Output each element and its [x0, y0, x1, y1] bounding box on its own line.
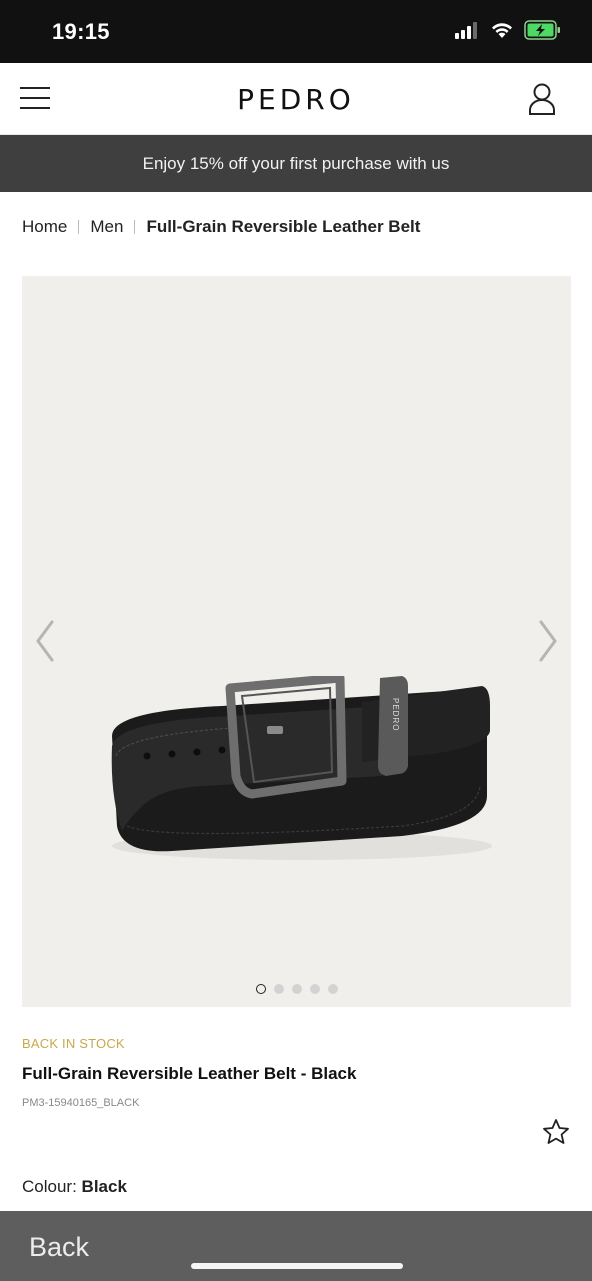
- gallery-pagination: [22, 984, 571, 994]
- breadcrumb-home[interactable]: Home: [22, 217, 67, 237]
- breadcrumb-men[interactable]: Men: [90, 217, 123, 237]
- keeper-engraving: PEDRO: [391, 698, 400, 731]
- gallery-dot[interactable]: [327, 984, 338, 994]
- promo-banner[interactable]: Enjoy 15% off your first purchase with u…: [0, 135, 592, 192]
- gallery-dot[interactable]: [291, 984, 302, 994]
- status-bar: 19:15: [0, 0, 592, 63]
- gallery-dot[interactable]: [273, 984, 284, 994]
- product-sku: PM3-15940165_BLACK: [22, 1097, 140, 1109]
- belt-product-image: PEDRO: [111, 676, 492, 860]
- battery-charging-icon: [524, 20, 562, 45]
- gallery-dot[interactable]: [309, 984, 320, 994]
- colour-label: Colour:: [22, 1177, 77, 1196]
- signal-icon: [454, 21, 480, 44]
- user-icon[interactable]: [528, 82, 556, 116]
- status-icons: [454, 20, 562, 45]
- back-button[interactable]: Back: [29, 1232, 89, 1263]
- stock-status: BACK IN STOCK: [22, 1036, 125, 1051]
- wifi-icon: [490, 21, 514, 44]
- product-image-gallery[interactable]: PEDRO: [22, 276, 571, 1007]
- star-icon[interactable]: [541, 1117, 571, 1147]
- chevron-left-icon[interactable]: [30, 616, 60, 666]
- breadcrumb-current: Full-Grain Reversible Leather Belt: [146, 217, 421, 236]
- breadcrumb: Home Men Full-Grain Reversible Leather B…: [22, 217, 420, 237]
- status-time: 19:15: [52, 19, 110, 44]
- bottom-toolbar: Back: [0, 1211, 592, 1281]
- gallery-dot[interactable]: [255, 984, 266, 994]
- home-indicator[interactable]: [191, 1263, 403, 1269]
- product-title: Full-Grain Reversible Leather Belt - Bla…: [22, 1064, 357, 1083]
- chevron-right-icon[interactable]: [533, 616, 563, 666]
- site-header: PEDRO: [0, 63, 592, 135]
- brand-logo[interactable]: PEDRO: [0, 83, 592, 116]
- colour-value: Black: [81, 1177, 127, 1196]
- colour-selector-label: Colour: Black: [22, 1177, 127, 1197]
- breadcrumb-separator: [78, 220, 80, 234]
- breadcrumb-separator: [134, 220, 136, 234]
